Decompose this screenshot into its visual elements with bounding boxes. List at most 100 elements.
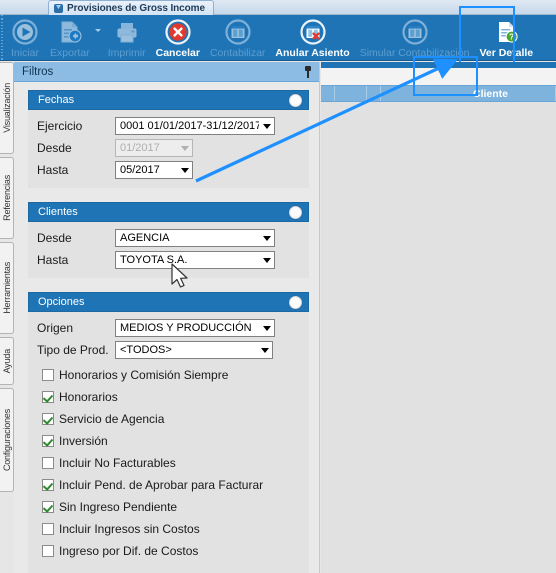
group-opciones-toggle-icon[interactable] [289,295,302,309]
checkbox-honorarios[interactable]: Honorarios [37,390,300,404]
anular-asiento-button[interactable]: Anular Asiento [270,15,354,61]
filters-panel-body: Fechas Ejercicio 0001 01/01/2017-31/12/2… [14,82,319,573]
field-cliente-hasta-row: Hasta TOYOTA S.A. [37,251,300,269]
left-tab-strip: Visualización Referencias Herramientas A… [0,62,14,573]
sidebar-tab-herramientas-label: Herramientas [1,262,12,314]
fecha-desde-value: 01/2017 [120,142,160,154]
filters-panel-header: Filtros [14,62,319,82]
checkbox-label: Servicio de Agencia [59,412,165,426]
ver-detalle-button[interactable]: ? Ver Detalle [474,15,538,61]
checkbox-box-checked-icon [42,435,54,447]
field-fecha-hasta-row: Hasta 05/2017 [37,161,300,179]
group-fechas-toggle-icon[interactable] [289,93,302,107]
origen-chevron-down-icon[interactable] [259,320,274,336]
grid-column-cliente[interactable]: Cliente [381,86,556,101]
ejercicio-chevron-down-icon[interactable] [259,118,274,134]
contabilizar-label: Contabilizar [209,47,266,59]
group-fechas-title: Fechas [38,94,75,106]
checkbox-honorarios-comision-siempre[interactable]: Honorarios y Comisión Siempre [37,368,300,382]
field-ejercicio-label: Ejercicio [37,119,83,133]
checkbox-box-checked-icon [42,501,54,513]
checkbox-ingreso-por-dif-de-costos[interactable]: Ingreso por Dif. de Costos [37,544,300,558]
tipo-prod-chevron-down-icon[interactable] [257,342,272,358]
checkbox-label: Incluir Pend. de Aprobar para Facturar [59,478,264,492]
cancel-x-icon [163,18,193,46]
contabilizar-button[interactable]: Contabilizar [205,15,270,61]
checkbox-box-checked-icon [42,413,54,425]
document-tab[interactable]: Provisiones de Gross Income [48,0,214,15]
imprimir-label: Imprimir [107,47,146,59]
exportar-button[interactable]: Exportar [45,15,95,61]
group-clientes-title: Clientes [38,206,78,218]
exportar-dropdown-caret-icon[interactable] [94,29,101,32]
group-opciones-body: Origen MEDIOS Y PRODUCCIÓN Tipo de Prod.… [28,312,309,573]
sidebar-tab-referencias-label: Referencias [1,175,12,221]
imprimir-button[interactable]: Imprimir [103,15,151,61]
field-origen-row: Origen MEDIOS Y PRODUCCIÓN [37,319,300,337]
sidebar-tab-configuraciones-label: Configuraciones [1,408,12,472]
cliente-hasta-value: TOYOTA S.A. [120,254,188,266]
checkbox-sin-ingreso-pendiente[interactable]: Sin Ingreso Pendiente [37,500,300,514]
fecha-hasta-chevron-down-icon[interactable] [177,162,192,178]
origen-combobox[interactable]: MEDIOS Y PRODUCCIÓN [115,319,275,337]
checkbox-box-icon [42,369,54,381]
cliente-hasta-chevron-down-icon[interactable] [259,252,274,268]
checkbox-servicio-de-agencia[interactable]: Servicio de Agencia [37,412,300,426]
printer-icon [112,18,142,46]
iniciar-button[interactable]: Iniciar [5,15,45,61]
group-clientes-toggle-icon[interactable] [289,205,302,219]
toolbar: Iniciar Exportar Imprimir Cancelar Conta… [0,15,556,61]
ledger-icon [400,18,430,46]
field-cliente-desde-label: Desde [37,231,72,245]
simular-contabilizacion-button[interactable]: Simular Contabilización [355,15,475,61]
exportar-label: Exportar [50,47,90,59]
sidebar-tab-referencias[interactable]: Referencias [0,157,14,239]
field-fecha-desde-label: Desde [37,141,72,155]
grid-column-2[interactable] [335,86,367,101]
fecha-desde-chevron-down-icon [177,140,192,156]
tipo-prod-combobox[interactable]: <TODOS> [115,341,273,359]
checkbox-label: Incluir No Facturables [59,456,176,470]
play-icon [10,18,40,46]
grid-column-cliente-label: Cliente [473,87,509,100]
title-bar: Provisiones de Gross Income [0,0,556,15]
fecha-hasta-combobox[interactable]: 05/2017 [115,161,193,179]
pin-icon[interactable] [303,65,313,78]
ledger-cancel-icon [298,18,328,46]
grid-column-selector[interactable] [321,86,335,101]
document-help-icon: ? [491,18,521,46]
group-clientes: Clientes Desde AGENCIA Hasta TOYOTA S.A. [28,202,309,278]
field-fecha-hasta-label: Hasta [37,163,69,177]
group-fechas-header[interactable]: Fechas [28,90,309,110]
cliente-desde-chevron-down-icon[interactable] [259,230,274,246]
cliente-desde-combobox[interactable]: AGENCIA [115,229,275,247]
grid-column-3[interactable] [367,86,381,101]
cancelar-button[interactable]: Cancelar [151,15,205,61]
app-icon [54,3,63,13]
ejercicio-combobox[interactable]: 0001 01/01/2017-31/12/2017 [115,117,275,135]
field-tipo-prod-row: Tipo de Prod. <TODOS> [37,341,300,359]
field-origen-label: Origen [37,321,74,335]
grid-body[interactable] [321,102,556,573]
group-opciones-header[interactable]: Opciones [28,292,309,312]
group-opciones-title: Opciones [38,296,85,308]
ejercicio-value: 0001 01/01/2017-31/12/2017 [120,120,259,132]
ledger-icon [223,18,253,46]
field-cliente-desde-row: Desde AGENCIA [37,229,300,247]
checkbox-box-icon [42,545,54,557]
sidebar-tab-configuraciones[interactable]: Configuraciones [0,388,14,492]
group-clientes-body: Desde AGENCIA Hasta TOYOTA S.A. [28,222,309,278]
checkbox-inversion[interactable]: Inversión [37,434,300,448]
sidebar-tab-herramientas[interactable]: Herramientas [0,242,14,334]
sidebar-tab-ayuda[interactable]: Ayuda [0,337,14,385]
checkbox-label: Ingreso por Dif. de Costos [59,544,199,558]
group-clientes-header[interactable]: Clientes [28,202,309,222]
filters-panel-title: Filtros [22,65,54,78]
export-icon [55,18,85,46]
checkbox-incluir-pend-aprobar-facturar[interactable]: Incluir Pend. de Aprobar para Facturar [37,478,300,492]
checkbox-incluir-ingresos-sin-costos[interactable]: Incluir Ingresos sin Costos [37,522,300,536]
sidebar-tab-visualizacion[interactable]: Visualización [0,62,14,154]
group-fechas-body: Ejercicio 0001 01/01/2017-31/12/2017 Des… [28,110,309,188]
cliente-hasta-combobox[interactable]: TOYOTA S.A. [115,251,275,269]
checkbox-incluir-no-facturables[interactable]: Incluir No Facturables [37,456,300,470]
